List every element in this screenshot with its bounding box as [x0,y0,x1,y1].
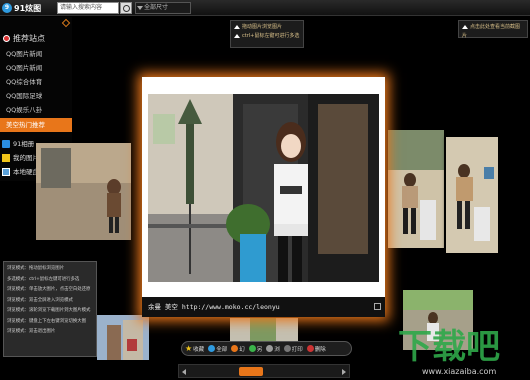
browse-icon [266,345,274,352]
sidebar-item-qq-entertainment[interactable]: QQ娱乐八卦 [0,103,72,117]
print-button[interactable]: 打印 [283,345,303,353]
thumbnail-image [388,130,444,248]
help-line: 浏览模式：单击放大图片，点击空白处还原 [7,287,91,292]
favorite-label: 收藏 [193,346,205,353]
thumbnail-image [36,143,131,240]
cursor-icon [234,24,240,29]
sidebar-item-label: 91相册 [13,140,35,148]
size-filter-value: 全部尺寸 [144,4,169,11]
star-icon: ★ [185,343,193,353]
slideshow-icon [231,345,239,352]
sidebar-item-moko-hot[interactable]: 美空热门推荐 [0,118,72,132]
chevron-left-icon[interactable] [182,369,186,375]
sidebar-header: 推荐站点 [3,33,45,44]
help-line: 浏览模式：双击全屏进入浏览模式 [7,297,73,303]
help-line: 多选模式：ctrl+鼠标左键可进行多选 [7,276,80,282]
title-bar: 9 91炫图 请输入搜索内容 全部尺寸 [0,0,530,16]
hint-line: 拖动图片浏览图片 [242,24,283,30]
sidebar-header-label: 推荐站点 [13,34,45,43]
corner-hint: 点击此处查看当前截图片 [462,24,521,39]
thumbnail-image [97,315,149,360]
logo-icon: 9 [2,3,12,13]
bottom-toolbar: ★ 收藏 全部 幻 另 浏 打印 删除 [181,341,352,356]
main-photo-frame[interactable]: 余曼 美空 http://www.moko.cc/leonyu [142,77,385,317]
save-icon [248,345,256,352]
main-photo [148,94,379,282]
select-all-button[interactable]: 全部 [208,345,227,353]
help-panel: 浏览模式：拖动鼠标浏览图片 多选模式：ctrl+鼠标左键可进行多选 浏览模式：单… [3,261,97,357]
search-input[interactable]: 请输入搜索内容 [57,2,119,14]
disk-icon [2,168,10,176]
sidebar-item-qq-football[interactable]: QQ国际足球 [0,89,72,103]
search-button[interactable] [120,2,132,14]
delete-button[interactable]: 删除 [306,345,326,353]
scrollbar-thumb[interactable] [239,367,263,376]
printer-icon [283,345,291,352]
app-logo[interactable]: 9 91炫图 [2,2,41,14]
site-watermark: 下载吧 www.xiazaiba.com [398,327,500,376]
hint-line: ctrl+鼠标左键可进行多选 [242,33,300,39]
app-title: 91炫图 [14,3,42,13]
album-icon [2,140,10,148]
sidebar-item-qq-news-1[interactable]: QQ图片新闻 [0,47,72,61]
slideshow-button[interactable]: 幻 [231,345,245,353]
help-line: 浏览模式：拖动鼠标浏览图片 [7,266,65,271]
slideshow-label: 幻 [239,346,245,353]
sidebar-item-qq-sports[interactable]: QQ综合体育 [0,75,72,89]
corner-tooltip: 点击此处查看当前截图片 [458,20,528,39]
recommend-icon [3,35,10,42]
thumbnail-image [230,318,298,342]
thumbnail-image [446,137,498,253]
photo-thumbnail[interactable] [97,315,149,360]
size-filter-select[interactable]: 全部尺寸 [135,2,191,14]
browse-label: 浏 [274,346,280,353]
svg-text:下载吧: 下载吧 [398,327,500,367]
help-line: 浏览模式：滚轮浏览下载图片到大图片模式 [7,308,91,313]
help-line: 浏览模式：键盘上下左右键浏览切换大图 [7,318,87,324]
caption-text: 余曼 美空 http://www.moko.cc/leonyu [148,303,280,311]
photo-thumbnail[interactable] [36,143,131,240]
photo-thumbnail[interactable] [388,130,444,248]
site-list: QQ图片新闻 QQ图片新闻 QQ综合体育 QQ国际足球 QQ娱乐八卦 美空热门推… [0,47,72,132]
save-as-label: 另 [256,346,263,353]
close-icon[interactable] [374,303,381,310]
page-scrollbar[interactable] [178,364,350,378]
browse-button[interactable]: 浏 [266,345,280,353]
sidebar-item-qq-news-2[interactable]: QQ图片新闻 [0,61,72,75]
pin-icon[interactable] [61,18,71,28]
photo-caption: 余曼 美空 http://www.moko.cc/leonyu [142,297,385,317]
photo-thumbnail[interactable] [230,318,298,342]
select-all-icon [208,345,216,352]
select-all-label: 全部 [216,346,228,353]
photo-thumbnail[interactable] [446,137,498,253]
delete-label: 删除 [314,346,326,353]
help-line: 浏览模式：双击退出图片 [7,329,56,334]
delete-icon [306,345,314,352]
chevron-right-icon[interactable] [342,369,346,375]
svg-text:www.xiazaiba.com: www.xiazaiba.com [422,367,496,376]
hint-tooltip: 拖动图片浏览图片 ctrl+鼠标左键可进行多选 [230,20,304,48]
favorite-button[interactable]: ★ 收藏 [185,343,205,353]
chevron-down-icon [137,6,143,10]
print-label: 打印 [291,346,303,353]
save-as-button[interactable]: 另 [248,345,263,353]
cursor-icon [234,33,240,38]
star-icon [2,154,10,162]
cursor-icon [462,24,468,29]
